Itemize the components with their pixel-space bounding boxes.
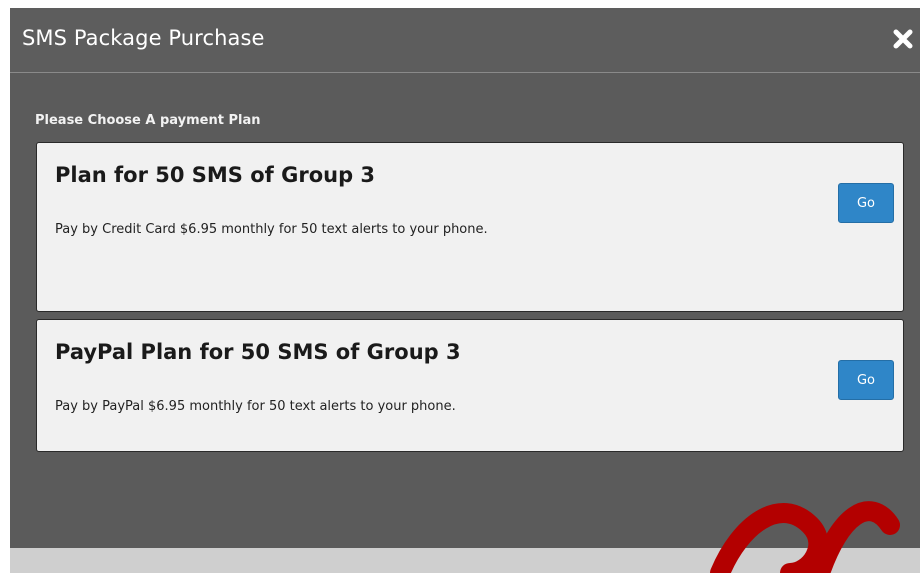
plan-title: PayPal Plan for 50 SMS of Group 3: [55, 340, 461, 364]
credit-card-plan-card: Plan for 50 SMS of Group 3 Pay by Credit…: [36, 142, 904, 312]
sms-package-modal: SMS Package Purchase Please Choose A pay…: [10, 8, 920, 573]
plan-title: Plan for 50 SMS of Group 3: [55, 163, 376, 187]
plan-description: Pay by Credit Card $6.95 monthly for 50 …: [55, 222, 488, 237]
modal-title: SMS Package Purchase: [22, 26, 265, 50]
close-icon[interactable]: [892, 28, 914, 50]
screenshot-stage: SMS Package Purchase Please Choose A pay…: [0, 0, 920, 573]
plan-description: Pay by PayPal $6.95 monthly for 50 text …: [55, 399, 456, 414]
paypal-go-button[interactable]: Go: [838, 360, 894, 400]
modal-footer-bar: [10, 548, 920, 573]
paypal-plan-card: PayPal Plan for 50 SMS of Group 3 Pay by…: [36, 319, 904, 452]
credit-card-go-button[interactable]: Go: [838, 183, 894, 223]
payment-plan-instruction: Please Choose A payment Plan: [35, 113, 261, 128]
modal-titlebar: SMS Package Purchase: [10, 8, 920, 73]
